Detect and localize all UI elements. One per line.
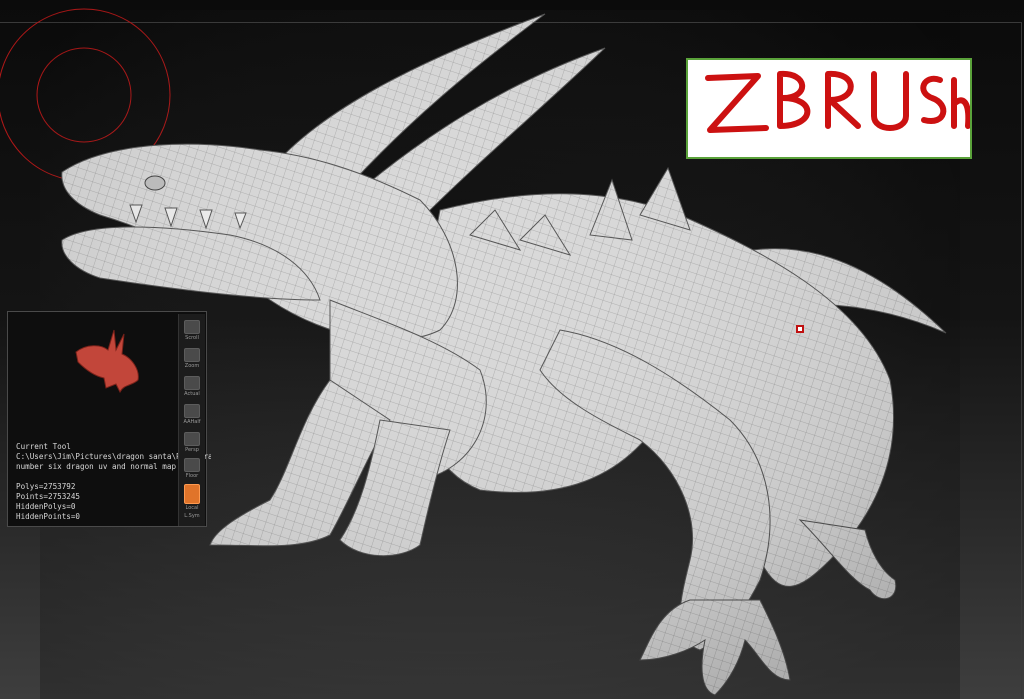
zoom-icon <box>184 348 200 362</box>
scroll-icon <box>184 320 200 334</box>
aahalf-button[interactable]: AAHalf <box>183 404 201 428</box>
zbrush-logo <box>686 58 972 159</box>
pivot-marker <box>796 325 804 333</box>
local-icon <box>184 484 200 504</box>
tool-info-panel: Current Tool C:\Users\Jim\Pictures\drago… <box>7 311 211 527</box>
floor-icon <box>184 458 200 472</box>
dragon-thumbnail[interactable] <box>66 322 146 402</box>
actual-icon <box>184 376 200 390</box>
persp-button[interactable]: Persp <box>183 432 201 456</box>
floor-button[interactable]: Floor <box>183 458 201 482</box>
actual-button[interactable]: Actual <box>183 376 201 400</box>
persp-icon <box>184 432 200 446</box>
lsym-button[interactable]: L.Sym <box>183 512 201 536</box>
zoom-button[interactable]: Zoom <box>183 348 201 372</box>
zbrush-handwritten-logo <box>705 70 970 133</box>
scroll-button[interactable]: Scroll <box>183 320 201 344</box>
right-shelf: Scroll Zoom Actual AAHalf Persp Floor Lo… <box>178 314 205 526</box>
aahalf-icon <box>184 404 200 418</box>
local-button[interactable]: Local <box>183 484 201 511</box>
